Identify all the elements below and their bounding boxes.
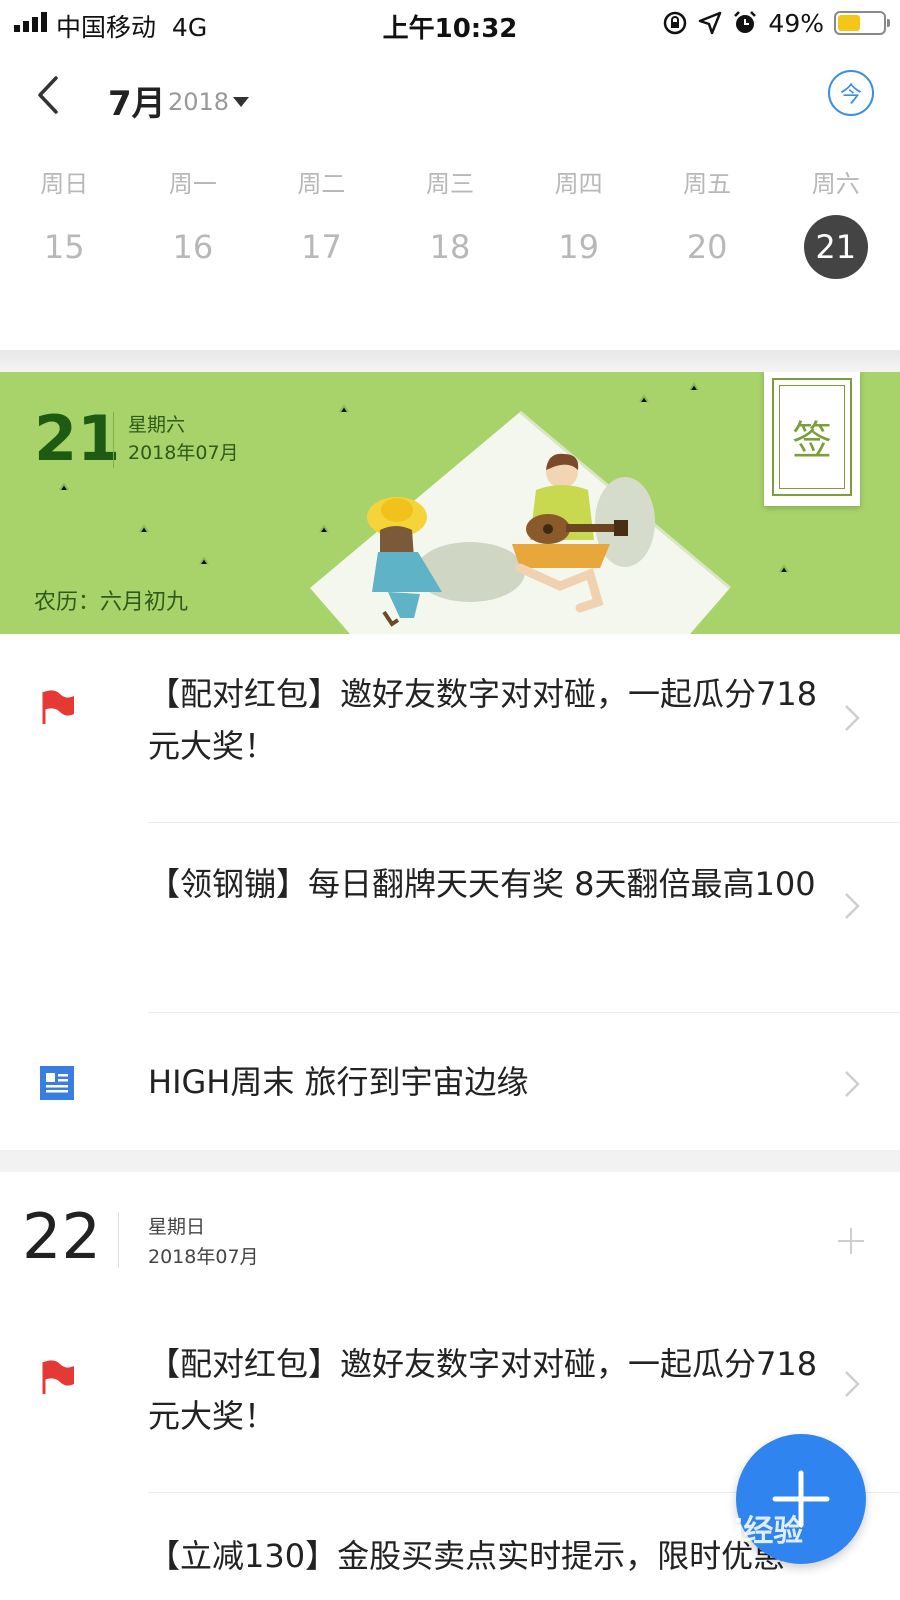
day-banner: 21 星期六 2018年07月 农历：六月初九 签 bbox=[0, 372, 900, 634]
day-number[interactable]: 15 bbox=[32, 215, 96, 279]
day-column[interactable]: 周五 20 bbox=[643, 165, 772, 315]
weekday-label: 周三 bbox=[426, 170, 475, 198]
year-label[interactable]: 2018 bbox=[168, 88, 229, 116]
selected-day-number[interactable]: 21 bbox=[803, 215, 868, 279]
today-label: 今 bbox=[839, 83, 862, 108]
item-title: 【配对红包】邀好友数字对对碰，一起瓜分718元大奖！ bbox=[148, 675, 818, 765]
banner-day-number: 21 bbox=[34, 402, 121, 475]
banner-weekday: 星期六 bbox=[128, 414, 186, 436]
watermark: Bai经验 bbox=[690, 1514, 804, 1549]
day-number[interactable]: 18 bbox=[418, 215, 482, 279]
alarm-icon bbox=[734, 11, 757, 33]
item-title: 【领钢镚】每日翻牌天天有奖 8天翻倍最高100 bbox=[148, 865, 816, 903]
location-icon bbox=[699, 11, 722, 35]
day-divider bbox=[118, 1212, 119, 1268]
chevron-right-icon bbox=[845, 705, 860, 731]
weekday-label: 周日 bbox=[40, 170, 89, 198]
day-column[interactable]: 周日 15 bbox=[0, 165, 129, 315]
back-button[interactable] bbox=[28, 70, 68, 120]
flag-icon bbox=[42, 690, 74, 724]
day-date: 2018年07月 bbox=[148, 1246, 259, 1268]
separator bbox=[148, 822, 900, 823]
item-title: 【配对红包】邀好友数字对对碰，一起瓜分718元大奖！ bbox=[148, 1345, 818, 1435]
caret-down-icon[interactable] bbox=[232, 96, 250, 108]
calendar-header: 7月 2018 今 bbox=[0, 60, 900, 140]
section-divider bbox=[0, 1150, 900, 1172]
banner-divider bbox=[113, 412, 114, 468]
weekday-label: 周四 bbox=[554, 170, 603, 198]
rotation-lock-icon bbox=[664, 11, 687, 35]
separator bbox=[148, 1012, 900, 1013]
day-number[interactable]: 17 bbox=[289, 215, 353, 279]
flag-icon bbox=[42, 1360, 74, 1394]
status-bar: 中国移动 4G 上午10:32 49% bbox=[0, 0, 900, 46]
chevron-right-icon bbox=[845, 1371, 860, 1397]
day-weekday: 星期日 bbox=[148, 1216, 206, 1238]
item-title: HIGH周末 旅行到宇宙边缘 bbox=[148, 1063, 529, 1101]
banner-date: 2018年07月 bbox=[128, 442, 239, 464]
day-number[interactable]: 16 bbox=[161, 215, 225, 279]
week-strip: 周日 15 周一 16 周二 17 周三 18 周四 19 周五 20 周六 21 bbox=[0, 165, 900, 315]
list-item[interactable]: HIGH周末 旅行到宇宙边缘 bbox=[0, 1056, 900, 1136]
weekday-label: 周六 bbox=[811, 170, 860, 198]
list-item[interactable]: 【配对红包】邀好友数字对对碰，一起瓜分718元大奖！ bbox=[0, 670, 900, 810]
sign-in-label: 签 bbox=[779, 385, 845, 489]
chevron-right-icon bbox=[845, 893, 860, 919]
day-number: 22 bbox=[22, 1200, 101, 1273]
document-icon bbox=[40, 1066, 74, 1100]
chevron-right-icon bbox=[845, 1071, 860, 1097]
add-event-icon[interactable] bbox=[836, 1226, 866, 1256]
list-item[interactable]: 【领钢镚】每日翻牌天天有奖 8天翻倍最高100 bbox=[0, 860, 900, 1000]
weekday-label: 周一 bbox=[168, 170, 217, 198]
day-column[interactable]: 周一 16 bbox=[129, 165, 258, 315]
sign-in-card[interactable]: 签 bbox=[764, 372, 860, 506]
divider bbox=[0, 350, 900, 372]
weekday-label: 周二 bbox=[297, 170, 346, 198]
lunar-date: 农历：六月初九 bbox=[34, 590, 189, 615]
day-column[interactable]: 周四 19 bbox=[514, 165, 643, 315]
day-column[interactable]: 周六 21 bbox=[771, 165, 900, 315]
battery-icon bbox=[834, 11, 890, 35]
day-column[interactable]: 周二 17 bbox=[257, 165, 386, 315]
weekday-label: 周五 bbox=[683, 170, 732, 198]
day-number[interactable]: 19 bbox=[547, 215, 611, 279]
status-icons: 49% bbox=[662, 8, 890, 38]
today-button[interactable]: 今 bbox=[828, 70, 874, 116]
battery-percent: 49% bbox=[768, 8, 824, 38]
month-label[interactable]: 7月 bbox=[108, 76, 166, 125]
day-column[interactable]: 周三 18 bbox=[386, 165, 515, 315]
day-number[interactable]: 20 bbox=[675, 215, 739, 279]
